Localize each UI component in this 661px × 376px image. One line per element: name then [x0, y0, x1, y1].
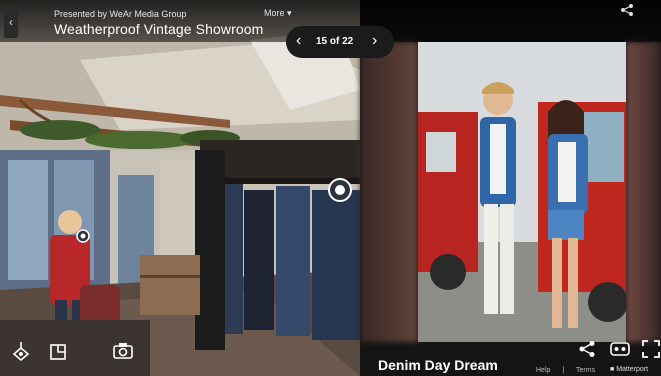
share-icon[interactable]: [578, 340, 596, 358]
more-label: More: [264, 8, 285, 18]
pager-count: 15 of 22: [316, 36, 354, 47]
brand-name: Matterport: [616, 366, 649, 373]
presented-by: Presented by WeAr Media Group: [54, 9, 187, 19]
hotspot-marker-icon[interactable]: [76, 229, 90, 243]
media-pager: ‹ 15 of 22 ›: [286, 26, 394, 58]
footer-links: Help | Terms: [536, 367, 605, 374]
back-button[interactable]: ‹: [4, 6, 18, 38]
chevron-down-icon: ▾: [287, 8, 292, 18]
terms-link[interactable]: Terms: [576, 367, 595, 374]
dollhouse-icon[interactable]: [10, 340, 32, 362]
help-link[interactable]: Help: [536, 367, 550, 374]
denim-photo-graphic: [418, 42, 626, 342]
media-photo[interactable]: [418, 42, 626, 342]
photo-blur-left: [360, 42, 418, 342]
tour-title: Weatherproof Vintage Showroom: [54, 21, 264, 37]
matterport-icon: ■: [610, 366, 615, 373]
hotspot-marker-icon[interactable]: [328, 178, 352, 202]
vr-icon[interactable]: [610, 341, 630, 357]
fullscreen-icon[interactable]: [642, 340, 660, 358]
tour-viewer: Denim Day Dream Help | Terms ■ Matterpor…: [0, 0, 661, 376]
floorplan-icon[interactable]: [48, 340, 68, 362]
photo-blur-right: [626, 42, 661, 342]
more-button[interactable]: More ▾: [264, 8, 292, 19]
chevron-left-icon: ‹: [9, 15, 13, 29]
share-icon[interactable]: [620, 3, 634, 17]
footer-divider: |: [562, 367, 565, 374]
media-panel: Denim Day Dream Help | Terms ■ Matterpor…: [360, 0, 661, 376]
brand-logo[interactable]: ■ Matterport: [610, 366, 648, 373]
next-button[interactable]: ›: [372, 32, 377, 50]
media-caption: Denim Day Dream: [378, 357, 498, 373]
camera-icon[interactable]: [112, 340, 134, 360]
prev-button[interactable]: ‹: [296, 32, 301, 50]
